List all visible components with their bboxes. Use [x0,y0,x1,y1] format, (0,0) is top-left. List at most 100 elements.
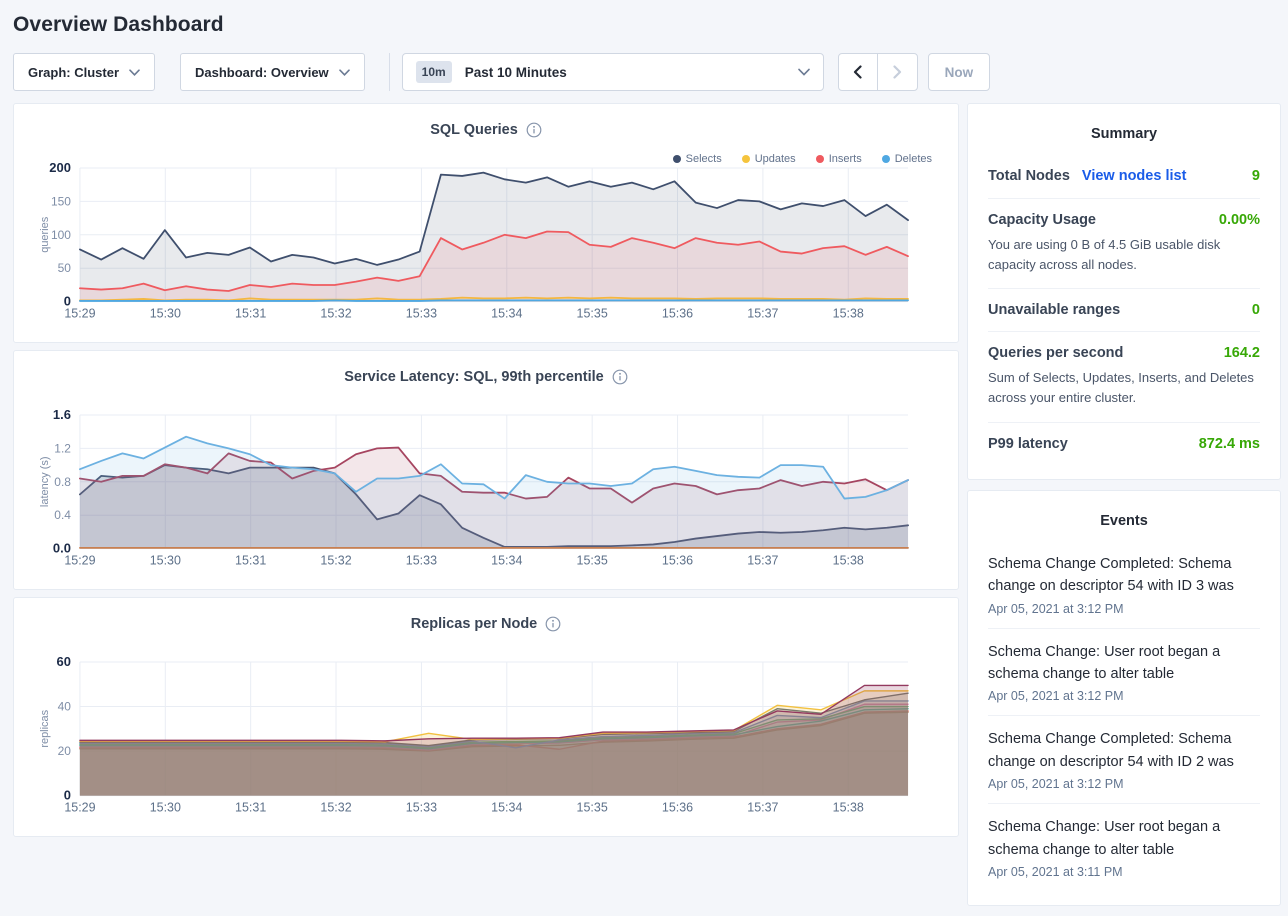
svg-text:0.0: 0.0 [53,541,71,556]
sidebar: Summary Total Nodes View nodes list 9 Cap… [967,103,1281,916]
svg-text:15:30: 15:30 [150,801,181,815]
svg-text:1.2: 1.2 [54,441,71,455]
chart-canvas-sql-queries[interactable]: 15:2915:3015:3115:3215:3315:3415:3515:36… [38,146,934,324]
svg-text:60: 60 [57,654,71,669]
chevron-down-icon [798,68,810,76]
svg-text:15:34: 15:34 [491,801,522,815]
info-icon[interactable] [612,369,628,385]
event-text: Schema Change Completed: Schema change o… [988,553,1260,598]
chart-panel-service-latency: Service Latency: SQL, 99th percentile 15… [13,350,959,590]
svg-text:0: 0 [64,294,71,309]
legend-dot-icon [673,155,681,163]
dashboard-dropdown-label: Dashboard: Overview [195,65,329,80]
summary-title: Summary [988,118,1260,154]
svg-text:20: 20 [58,744,72,758]
page-header: Overview Dashboard [0,0,1288,37]
info-icon[interactable] [545,616,561,632]
svg-text:50: 50 [58,261,72,275]
chevron-left-icon [852,65,864,79]
svg-text:15:35: 15:35 [577,801,608,815]
svg-text:15:29: 15:29 [64,554,95,568]
time-nav-group [838,53,918,91]
svg-text:replicas: replicas [39,709,51,747]
now-button[interactable]: Now [928,53,991,91]
summary-value: 0 [1252,302,1260,318]
chart-title: Replicas per Node [411,616,538,632]
event-timestamp: Apr 05, 2021 at 3:12 PM [988,777,1260,791]
chart-legend: Selects Updates Inserts Deletes [673,153,932,165]
chart-canvas-service-latency[interactable]: 15:2915:3015:3115:3215:3315:3415:3515:36… [38,393,934,571]
svg-text:15:32: 15:32 [320,801,351,815]
summary-row-total-nodes: Total Nodes View nodes list 9 [988,154,1260,198]
svg-text:15:33: 15:33 [406,554,437,568]
time-range-badge: 10m [416,61,452,83]
svg-text:15:29: 15:29 [64,801,95,815]
summary-value: 872.4 ms [1199,436,1260,452]
legend-item-selects[interactable]: Selects [673,153,722,165]
svg-text:15:30: 15:30 [150,307,181,321]
legend-item-updates[interactable]: Updates [742,153,796,165]
svg-text:0.4: 0.4 [54,508,71,522]
svg-text:15:35: 15:35 [577,307,608,321]
event-item: Schema Change Completed: Schema change o… [988,541,1260,628]
svg-text:queries: queries [39,216,51,252]
svg-text:15:31: 15:31 [235,307,266,321]
event-text: Schema Change Completed: Schema change o… [988,728,1260,773]
time-range-label: Past 10 Minutes [465,65,785,80]
summary-description: You are using 0 B of 4.5 GiB usable disk… [988,235,1260,275]
info-icon[interactable] [526,122,542,138]
svg-text:15:38: 15:38 [833,307,864,321]
legend-label: Deletes [895,153,932,165]
svg-text:15:31: 15:31 [235,801,266,815]
summary-value: 0.00% [1219,212,1260,228]
summary-label: Capacity Usage [988,212,1096,228]
event-timestamp: Apr 05, 2021 at 3:12 PM [988,689,1260,703]
event-timestamp: Apr 05, 2021 at 3:11 PM [988,865,1260,879]
svg-text:15:33: 15:33 [406,307,437,321]
svg-text:15:37: 15:37 [747,307,778,321]
svg-text:15:32: 15:32 [320,307,351,321]
chart-canvas-replicas-per-node[interactable]: 15:2915:3015:3115:3215:3315:3415:3515:36… [38,640,934,818]
summary-label: Total Nodes [988,168,1070,184]
legend-item-deletes[interactable]: Deletes [882,153,932,165]
graph-dropdown[interactable]: Graph: Cluster [13,53,155,91]
summary-row-p99-latency: P99 latency 872.4 ms [988,422,1260,465]
summary-value: 9 [1252,168,1260,184]
svg-text:15:35: 15:35 [577,554,608,568]
legend-label: Updates [755,153,796,165]
svg-text:15:31: 15:31 [235,554,266,568]
chevron-down-icon [129,69,140,76]
svg-text:15:37: 15:37 [747,801,778,815]
time-prev-button[interactable] [839,54,878,90]
svg-text:15:32: 15:32 [320,554,351,568]
svg-text:15:36: 15:36 [662,554,693,568]
time-next-button[interactable] [878,54,917,90]
svg-text:15:38: 15:38 [833,554,864,568]
chart-panel-replicas-per-node: Replicas per Node 15:29 15:30 15:31 15:32 15… [13,597,959,837]
summary-row-unavailable-ranges: Unavailable ranges 0 [988,288,1260,331]
svg-text:15:33: 15:33 [406,801,437,815]
svg-text:40: 40 [58,700,72,714]
main-content: SQL Queries Selects Updates Inserts Deletes… [0,103,1288,916]
svg-text:15:30: 15:30 [150,554,181,568]
svg-text:0: 0 [64,788,71,803]
summary-value: 164.2 [1224,345,1260,361]
events-title: Events [988,505,1260,541]
event-text: Schema Change: User root began a schema … [988,641,1260,686]
chart-title: Service Latency: SQL, 99th percentile [344,369,604,385]
controls-bar: Graph: Cluster Dashboard: Overview 10m P… [13,53,1275,91]
charts-column: SQL Queries Selects Updates Inserts Deletes… [13,103,959,844]
event-timestamp: Apr 05, 2021 at 3:12 PM [988,602,1260,616]
chart-title: SQL Queries [430,122,518,138]
svg-text:15:36: 15:36 [662,307,693,321]
chart-panel-sql-queries: SQL Queries Selects Updates Inserts Deletes… [13,103,959,343]
dashboard-dropdown[interactable]: Dashboard: Overview [180,53,365,91]
time-range-picker[interactable]: 10m Past 10 Minutes [402,53,824,91]
summary-label: Unavailable ranges [988,302,1120,318]
svg-text:200: 200 [49,160,71,175]
svg-text:1.6: 1.6 [53,407,71,422]
svg-text:15:29: 15:29 [64,307,95,321]
legend-item-inserts[interactable]: Inserts [816,153,862,165]
view-nodes-list-link[interactable]: View nodes list [1082,168,1187,184]
event-text: Schema Change: User root began a schema … [988,816,1260,861]
